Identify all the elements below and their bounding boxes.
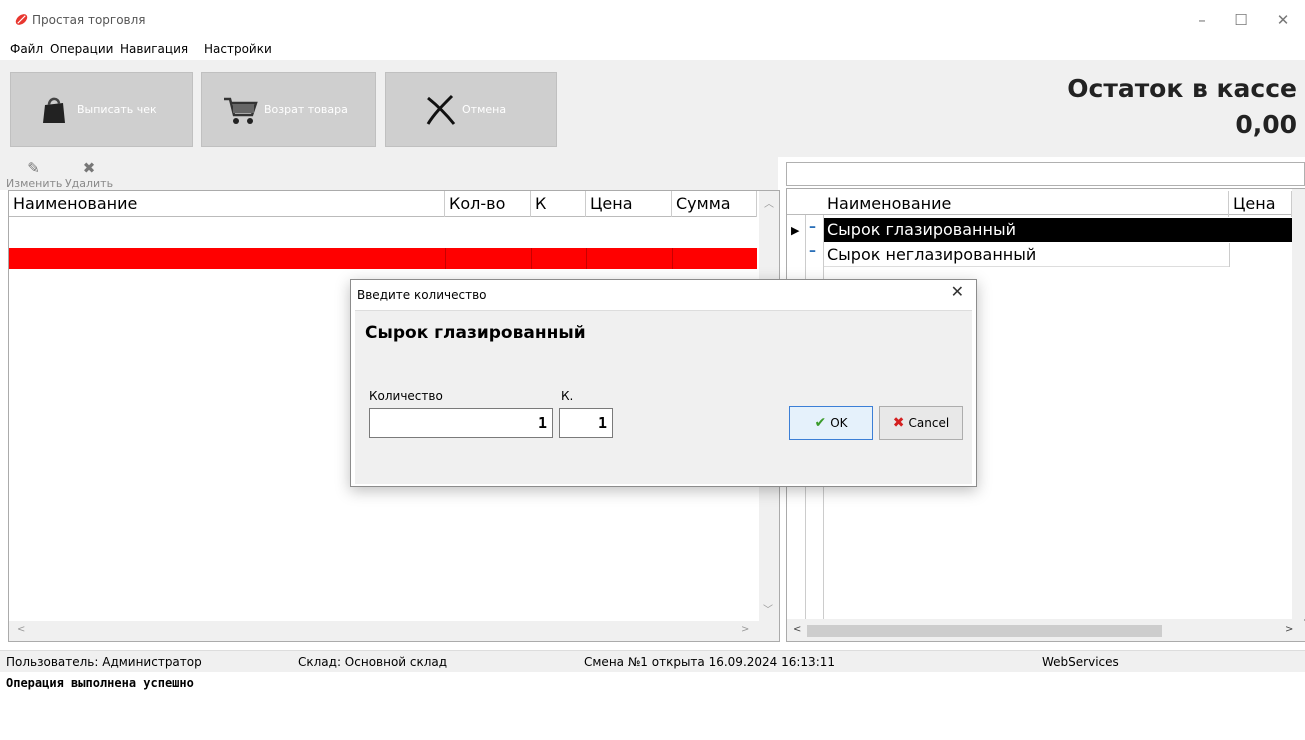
menu-operations[interactable]: Операции (50, 42, 113, 56)
k-field[interactable]: 1 (559, 408, 613, 438)
menu-file[interactable]: Файл (10, 42, 43, 56)
delete-x-icon: ✖ (82, 159, 96, 177)
horizontal-scrollbar[interactable]: < > (9, 621, 779, 641)
dialog-title: Введите количество (357, 288, 487, 302)
product-row[interactable]: Сырок неглазированный (823, 243, 1229, 267)
cancel-operation-button[interactable]: Отмена (385, 72, 557, 147)
product-row-selected[interactable]: Сырок глазированный (823, 218, 1229, 242)
scroll-up-icon[interactable]: ︿ (759, 191, 779, 210)
cancel-x-icon: ✖ (892, 415, 905, 431)
app-logo-icon (15, 14, 28, 25)
cancel-label: Cancel (908, 416, 950, 430)
status-warehouse: Склад: Основной склад (298, 655, 448, 669)
issue-receipt-button[interactable]: Выписать чек (10, 72, 193, 147)
issue-receipt-label: Выписать чек (77, 103, 157, 116)
edit-button[interactable]: ✎ Изменить (6, 159, 63, 190)
cash-balance-label: Остаток в кассе (1067, 74, 1297, 103)
product-grid-header: Наименование Цена (787, 189, 1292, 217)
quantity-field[interactable]: 1 (369, 408, 553, 438)
window-title: Простая торговля (32, 13, 146, 27)
menu-navigation[interactable]: Навигация (120, 42, 188, 56)
col-price-header[interactable]: Цена (586, 191, 672, 217)
return-goods-button[interactable]: Возрат товара (201, 72, 376, 147)
product-row-selected-price[interactable] (1229, 218, 1292, 242)
scroll-left-icon[interactable]: < (793, 624, 801, 635)
quantity-label: Количество (369, 389, 443, 403)
maximize-button[interactable]: ☐ (1222, 6, 1260, 34)
shopping-bag-icon (43, 97, 65, 123)
row-marker-icon: – (809, 219, 816, 235)
horizontal-scrollbar[interactable]: < > (787, 621, 1305, 641)
product-col-name-header[interactable]: Наименование (823, 191, 1229, 217)
status-bar: Пользователь: Администратор Склад: Основ… (0, 650, 1305, 672)
pencil-icon: ✎ (27, 159, 40, 177)
menu-bar: Файл Операции Навигация Настройки (0, 40, 1305, 60)
edit-toolbar: ✎ Изменить ✖ Удалить (0, 157, 778, 190)
scroll-thumb[interactable] (807, 625, 1162, 637)
vertical-scrollbar[interactable] (1292, 189, 1305, 619)
cancel-button[interactable]: ✖ Cancel (879, 406, 963, 440)
status-user: Пользователь: Администратор (6, 655, 202, 669)
close-window-button[interactable]: ✕ (1264, 6, 1302, 34)
edit-label: Изменить (6, 177, 63, 190)
col-name-header[interactable]: Наименование (9, 191, 445, 217)
menu-settings[interactable]: Настройки (204, 42, 272, 56)
k-label: К. (561, 389, 574, 403)
product-col-price-header[interactable]: Цена (1229, 191, 1292, 217)
receipt-grid-header: Наименование Кол-во К Цена Сумма (9, 191, 757, 217)
ok-button[interactable]: ✔ OK (789, 406, 873, 440)
row-marker-icon: – (809, 243, 816, 259)
status-service: WebServices (1042, 655, 1119, 669)
scroll-down-icon[interactable]: ﹀ (763, 601, 773, 616)
quantity-dialog: Введите количество ✕ Сырок глазированный… (350, 279, 977, 487)
cancel-operation-label: Отмена (462, 103, 507, 116)
scroll-left-icon[interactable]: < (17, 624, 25, 635)
cancel-x-icon (426, 94, 456, 125)
delete-button[interactable]: ✖ Удалить (64, 159, 114, 190)
dialog-product-name: Сырок глазированный (365, 323, 586, 343)
return-goods-label: Возрат товара (264, 103, 348, 116)
ok-label: OK (830, 416, 848, 430)
col-sum-header[interactable]: Сумма (672, 191, 757, 217)
close-icon[interactable]: ✕ (951, 282, 964, 301)
log-panel: Операция выполнена успешно (0, 672, 1305, 740)
col-k-header[interactable]: К (531, 191, 586, 217)
product-search-input[interactable] (786, 162, 1305, 186)
cash-balance-value: 0,00 (1235, 110, 1297, 139)
delete-label: Удалить (64, 177, 114, 190)
log-message: Операция выполнена успешно (6, 676, 194, 690)
col-qty-header[interactable]: Кол-во (445, 191, 531, 217)
shopping-cart-icon (224, 97, 258, 124)
row-pointer-icon: ▶ (791, 224, 800, 237)
minimize-button[interactable]: – (1183, 6, 1221, 34)
check-icon: ✔ (814, 415, 827, 431)
scroll-right-icon[interactable]: > (741, 624, 749, 635)
status-shift: Смена №1 открыта 16.09.2024 16:13:11 (584, 655, 836, 669)
dialog-body: Сырок глазированный Количество К. 1 1 ✔ … (355, 310, 972, 484)
scroll-right-icon[interactable]: > (1285, 624, 1293, 635)
table-row[interactable] (9, 248, 757, 269)
title-bar: Простая торговля – ☐ ✕ (0, 0, 1305, 38)
